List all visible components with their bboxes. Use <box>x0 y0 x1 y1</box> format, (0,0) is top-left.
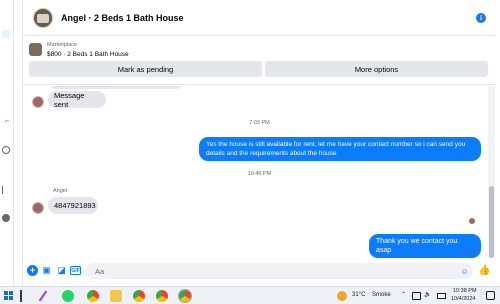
message-status: Sent <box>465 250 477 256</box>
message-timestamp: 7:03 PM <box>249 120 270 126</box>
message-input[interactable]: Aa <box>86 263 473 279</box>
sender-name: Angel <box>53 188 68 194</box>
chrome-icon[interactable] <box>87 290 99 302</box>
message-bubble-partial <box>51 86 181 89</box>
network-icon[interactable] <box>412 292 421 300</box>
emoji-icon[interactable]: ☺ <box>459 266 470 277</box>
avatar[interactable] <box>32 202 44 214</box>
taskbar: 31°C Smoke ⌃ 🔈 10:38 PM 10/4/2024 <box>0 286 500 304</box>
battery-icon[interactable] <box>437 293 446 299</box>
clock-time[interactable]: 10:38 PM <box>453 288 477 294</box>
image-icon[interactable]: ▣ <box>41 265 52 276</box>
marketplace-listing-banner: Marketplace $800 · 2 Beds 1 Bath House M… <box>23 37 496 85</box>
task-view-icon[interactable] <box>20 290 32 302</box>
info-icon[interactable]: i <box>476 13 486 23</box>
clock-date[interactable]: 10/4/2024 <box>451 296 475 302</box>
listing-summary[interactable]: $800 · 2 Beds 1 Bath House <box>47 51 129 58</box>
nav-marker-icon: ⌐ <box>5 118 10 125</box>
weather-icon[interactable] <box>337 291 347 301</box>
chat-window: Angel · 2 Beds 1 Bath House i Marketplac… <box>22 0 496 286</box>
chrome-icon[interactable] <box>178 289 192 303</box>
background-page-strip: ⌐ <box>0 0 14 286</box>
outgoing-message[interactable]: Yes the house is still available for ren… <box>199 137 481 161</box>
scrollbar-thumb[interactable] <box>489 186 494 258</box>
whatsapp-icon[interactable] <box>62 290 74 302</box>
listing-avatar[interactable] <box>33 7 53 28</box>
chevron-up-icon[interactable]: ⌃ <box>401 291 406 298</box>
gif-icon[interactable]: GIF <box>70 266 81 275</box>
folder-icon[interactable] <box>110 290 122 302</box>
nav-icon[interactable] <box>2 186 6 194</box>
avatar[interactable] <box>32 96 44 108</box>
plus-icon[interactable]: + <box>27 265 38 276</box>
incoming-message[interactable]: Message sent <box>48 91 106 109</box>
composer: + ▣ ◪ GIF Aa ☺ 👍 <box>23 260 496 282</box>
weather-desc[interactable]: Smoke <box>372 292 391 298</box>
nav-icon[interactable] <box>2 30 10 38</box>
message-list: Message sent 7:03 PM Yes the house is st… <box>23 86 496 258</box>
sticker-icon[interactable]: ◪ <box>56 265 67 276</box>
chrome-icon[interactable] <box>133 290 145 302</box>
listing-thumbnail[interactable] <box>29 43 42 56</box>
chat-title[interactable]: Angel · 2 Beds 1 Bath House <box>61 13 184 23</box>
pen-icon[interactable] <box>38 290 48 302</box>
more-options-button[interactable]: More options <box>265 61 488 77</box>
weather-temp[interactable]: 31°C <box>352 292 365 298</box>
settings-icon[interactable] <box>2 146 10 154</box>
start-icon[interactable] <box>4 291 14 301</box>
thumbs-up-icon[interactable]: 👍 <box>478 265 490 276</box>
people-icon[interactable] <box>2 214 10 222</box>
volume-icon[interactable]: 🔈 <box>424 291 431 298</box>
notification-icon[interactable] <box>486 291 495 300</box>
chrome-icon[interactable] <box>156 290 168 302</box>
listing-source: Marketplace <box>47 42 77 48</box>
mark-as-pending-button[interactable]: Mark as pending <box>29 61 262 77</box>
message-timestamp: 10:46 PM <box>247 171 272 177</box>
incoming-message[interactable]: 4847921893 <box>48 197 98 214</box>
chat-header[interactable]: Angel · 2 Beds 1 Bath House i <box>23 0 496 36</box>
screen: ⌐ Angel · 2 Beds 1 Bath House i Marketpl… <box>0 0 500 304</box>
seen-avatar <box>469 218 475 224</box>
